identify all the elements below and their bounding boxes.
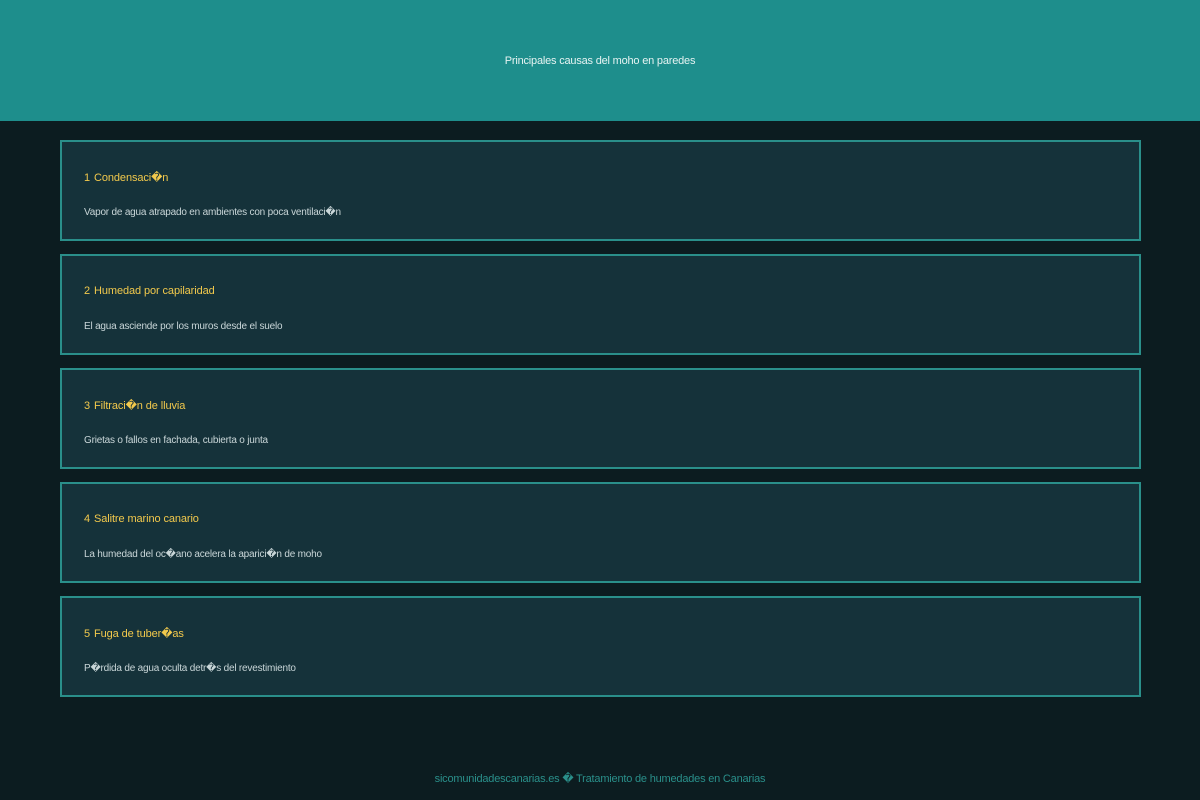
cause-card-3: 3 Filtraci�n de lluvia Grietas o fallos e…	[60, 368, 1141, 469]
page-header: Principales causas del moho en paredes	[0, 0, 1200, 121]
cause-title-text: Fuga de tuber�as	[94, 628, 184, 640]
causes-list: 1 Condensaci�n Vapor de agua atrapado en …	[60, 140, 1141, 710]
cause-title: 1 Condensaci�n	[84, 171, 168, 184]
cause-title: 4 Salitre marino canario	[84, 513, 199, 525]
cause-title-text: Salitre marino canario	[94, 513, 199, 525]
cause-title: 5 Fuga de tuber�as	[84, 627, 184, 640]
cause-card-2: 2 Humedad por capilaridad El agua asciend…	[60, 254, 1141, 355]
cause-number: 5	[84, 628, 91, 640]
cause-description: Grietas o fallos en fachada, cubierta o …	[84, 435, 268, 446]
cause-number: 1	[84, 172, 91, 184]
cause-title: 3 Filtraci�n de lluvia	[84, 399, 185, 412]
cause-description: Vapor de agua atrapado en ambientes con …	[84, 207, 341, 218]
cause-number: 4	[84, 513, 91, 525]
cause-description: P�rdida de agua oculta detr�s del revest…	[84, 663, 296, 674]
cause-card-4: 4 Salitre marino canario La humedad del o…	[60, 482, 1141, 583]
cause-card-5: 5 Fuga de tuber�as P�rdida de agua oculta…	[60, 596, 1141, 697]
cause-title-text: Condensaci�n	[94, 172, 169, 184]
cause-card-1: 1 Condensaci�n Vapor de agua atrapado en …	[60, 140, 1141, 241]
cause-title-text: Filtraci�n de lluvia	[94, 400, 186, 412]
cause-title: 2 Humedad por capilaridad	[84, 285, 215, 297]
cause-number: 2	[84, 285, 91, 297]
page-title: Principales causas del moho en paredes	[504, 54, 696, 67]
cause-number: 3	[84, 400, 91, 412]
footer-credit: sicomunidadescanarias.es � Tratamiento d…	[434, 773, 766, 785]
cause-description: El agua asciende por los muros desde el …	[84, 321, 283, 332]
cause-title-text: Humedad por capilaridad	[94, 285, 215, 297]
cause-description: La humedad del oc�ano acelera la aparici…	[84, 549, 322, 560]
